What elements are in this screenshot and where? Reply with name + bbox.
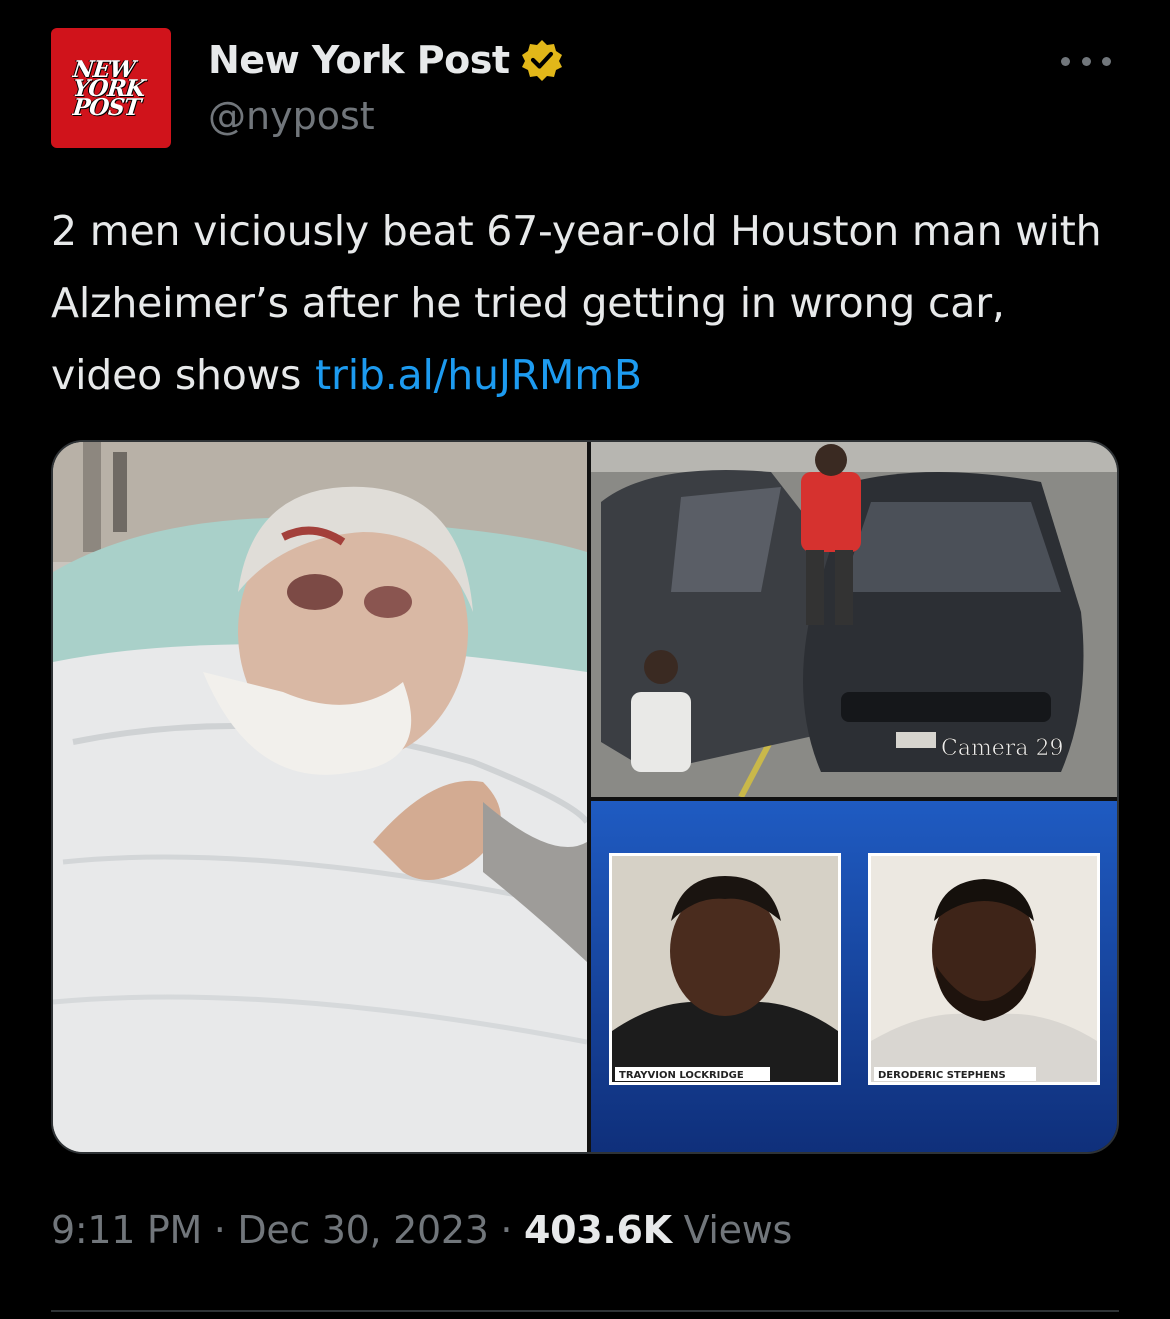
dot-icon [1081, 56, 1091, 66]
tweet-header: NEW YORK POST New York Post @nypost [51, 28, 1121, 148]
tweet-link[interactable]: trib.al/huJRMmB [315, 351, 642, 399]
views-label: Views [683, 1208, 793, 1252]
mugshots-photo[interactable]: TRAYVION LOCKRIDGE DERODERIC STEPHENS [591, 801, 1119, 1154]
media-attachment[interactable]: Camera 29 TRAYVION LOCKRIDGE DERODERIC S… [51, 440, 1119, 1154]
camera-label: Camera 29 [941, 736, 1063, 761]
verified-badge-icon[interactable] [520, 38, 564, 82]
hospital-photo[interactable] [53, 442, 587, 1154]
logo-line-3: POST [71, 93, 142, 121]
meta-separator: · [213, 1208, 226, 1252]
meta-separator: · [500, 1208, 513, 1252]
dot-icon [1102, 56, 1111, 66]
tweet-meta: 9:11 PM · Dec 30, 2023 · 403.6K Views [51, 1208, 792, 1252]
name-row: New York Post [208, 38, 564, 82]
tweet-time[interactable]: 9:11 PM [51, 1208, 202, 1252]
tweet-date[interactable]: Dec 30, 2023 [237, 1208, 489, 1252]
mugshot-caption-2: DERODERIC STEPHENS [878, 1070, 1006, 1081]
mugshot-caption-1: TRAYVION LOCKRIDGE [619, 1070, 744, 1081]
display-name[interactable]: New York Post [208, 38, 510, 82]
tweet-text: 2 men viciously beat 67-year-old Houston… [51, 195, 1126, 411]
surveillance-photo[interactable]: Camera 29 [591, 442, 1119, 797]
handle[interactable]: @nypost [208, 94, 375, 138]
more-options-button[interactable] [1061, 46, 1111, 76]
divider [51, 1310, 1119, 1312]
dot-icon [1061, 56, 1070, 66]
avatar[interactable]: NEW YORK POST [51, 28, 171, 148]
views-count: 403.6K [523, 1208, 672, 1252]
